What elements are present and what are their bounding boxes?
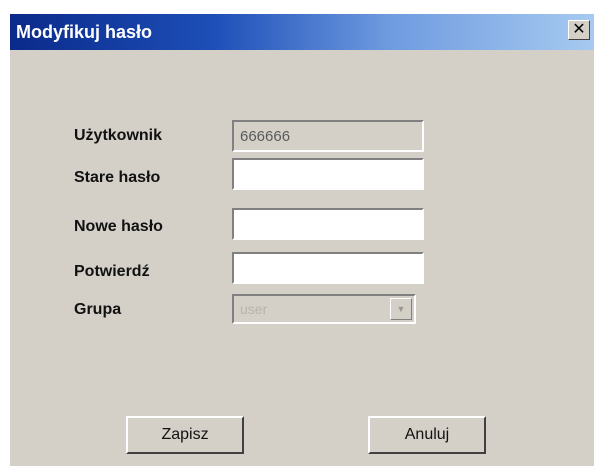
save-button-label: Zapisz: [161, 426, 209, 443]
close-button[interactable]: ✕: [568, 20, 590, 40]
new-password-field[interactable]: [232, 208, 424, 240]
group-dropdown-button: ▼: [390, 298, 412, 320]
cancel-button-label: Anuluj: [404, 426, 450, 443]
group-label: Grupa: [74, 301, 122, 318]
save-button[interactable]: Zapisz: [126, 416, 244, 454]
user-label: Użytkownik: [74, 127, 163, 144]
dialog-title: Modyfikuj hasło: [16, 22, 153, 42]
cancel-button[interactable]: Anuluj: [368, 416, 486, 454]
confirm-password-label: Potwierdź: [74, 263, 150, 280]
new-password-label: Nowe hasło: [74, 218, 163, 235]
confirm-password-field[interactable]: [232, 252, 424, 284]
title-bar[interactable]: Modyfikuj hasło ✕: [10, 14, 594, 50]
old-password-field[interactable]: [232, 158, 424, 190]
change-password-dialog: Modyfikuj hasło ✕ Użytkownik Stare hasło…: [10, 14, 594, 466]
chevron-down-icon: ▼: [396, 304, 406, 314]
group-select: user ▼: [232, 294, 416, 324]
user-field: [232, 120, 424, 152]
group-select-value: user: [240, 301, 268, 317]
close-icon: ✕: [572, 21, 586, 38]
old-password-label: Stare hasło: [74, 169, 161, 186]
